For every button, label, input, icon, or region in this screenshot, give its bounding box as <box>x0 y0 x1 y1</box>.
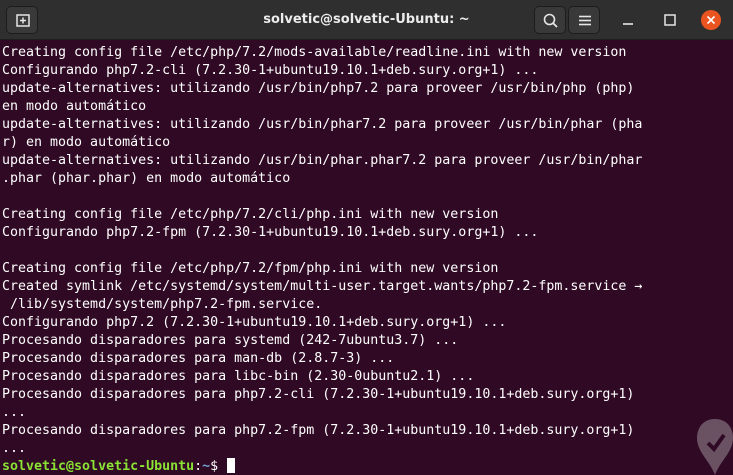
terminal-line: Procesando disparadores para php7.2-cli … <box>2 387 635 402</box>
terminal-line: Procesando disparadores para man-db (2.8… <box>2 351 395 366</box>
terminal-window: solvetic@solvetic-Ubuntu: ~ Creating con… <box>0 0 733 475</box>
logo-watermark-icon <box>697 419 733 475</box>
close-button[interactable] <box>701 10 721 30</box>
terminal-line: Creating config file /etc/php/7.2/mods-a… <box>2 45 627 60</box>
prompt-separator: : <box>194 459 203 474</box>
close-icon <box>706 15 716 25</box>
minimize-button[interactable] <box>618 10 638 30</box>
terminal-line: Configurando php7.2 (7.2.30-1+ubuntu19.1… <box>2 315 507 330</box>
hamburger-menu-icon <box>579 15 591 26</box>
terminal-line: Procesando disparadores para systemd (24… <box>2 333 459 348</box>
prompt-user-host: solvetic@solvetic-Ubuntu <box>2 459 195 474</box>
terminal-output[interactable]: Creating config file /etc/php/7.2/mods-a… <box>0 40 733 475</box>
terminal-line: en modo automático <box>2 99 147 114</box>
terminal-line: Configurando php7.2-fpm (7.2.30-1+ubuntu… <box>2 225 539 240</box>
terminal-lines: Creating config file /etc/php/7.2/mods-a… <box>2 44 642 475</box>
title-bar[interactable]: solvetic@solvetic-Ubuntu: ~ <box>0 0 733 40</box>
prompt-symbol: $ <box>210 459 227 474</box>
text-cursor <box>227 458 236 473</box>
terminal-line: .phar (phar.phar) en modo automático <box>2 171 291 186</box>
menu-button[interactable] <box>568 6 600 34</box>
terminal-line: Configurando php7.2-cli (7.2.30-1+ubuntu… <box>2 63 539 78</box>
terminal-line: /lib/systemd/system/php7.2-fpm.service. <box>2 297 323 312</box>
terminal-line: Procesando disparadores para libc-bin (2… <box>2 369 475 384</box>
terminal-line: Creating config file /etc/php/7.2/cli/ph… <box>2 207 499 222</box>
terminal-line: Creating config file /etc/php/7.2/fpm/ph… <box>2 261 499 276</box>
terminal-line: ... <box>2 441 27 456</box>
terminal-line: r) en modo automático <box>2 135 171 150</box>
maximize-icon <box>664 14 676 26</box>
search-icon <box>543 13 558 28</box>
terminal-line: ... <box>2 405 27 420</box>
command-prompt[interactable]: solvetic@solvetic-Ubuntu:~$ <box>2 458 642 475</box>
terminal-line: update-alternatives: utilizando /usr/bin… <box>2 153 643 168</box>
terminal-line: update-alternatives: utilizando /usr/bin… <box>2 81 635 96</box>
prompt-path: ~ <box>202 459 211 474</box>
search-button[interactable] <box>534 6 566 34</box>
minimize-icon <box>623 23 633 25</box>
maximize-button[interactable] <box>660 10 680 30</box>
terminal-line: Created symlink /etc/systemd/system/mult… <box>2 279 643 294</box>
terminal-line: Procesando disparadores para php7.2-fpm … <box>2 423 635 438</box>
terminal-line: update-alternatives: utilizando /usr/bin… <box>2 117 643 132</box>
